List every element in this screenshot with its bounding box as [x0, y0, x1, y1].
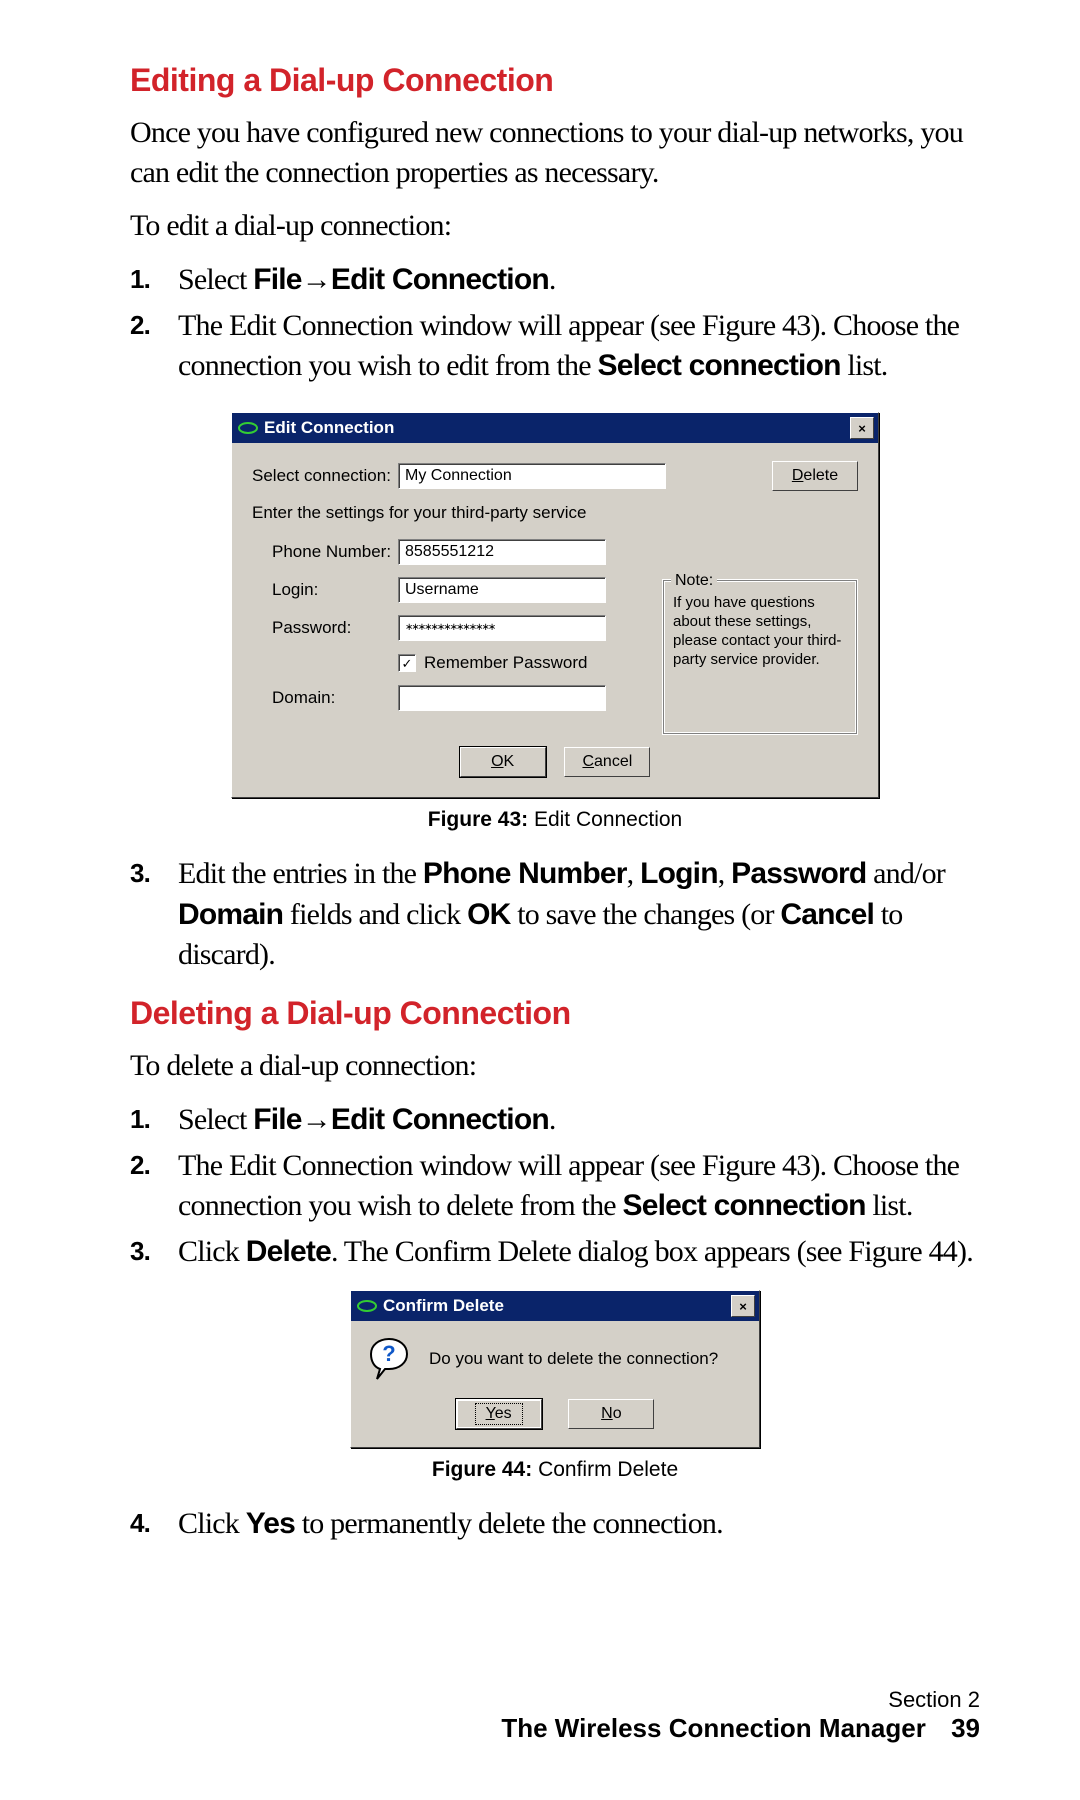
step-number: 1. — [130, 1102, 150, 1137]
steps-editing: 1. Select File→Edit Connection. 2. The E… — [130, 260, 980, 387]
remember-checkbox[interactable]: ✓ — [398, 654, 416, 672]
remember-row: ✓ Remember Password — [398, 653, 644, 673]
figure-44-wrap: Confirm Delete × ? Do you want to delete… — [130, 1290, 980, 1448]
phone-input[interactable]: 8585551212 — [398, 539, 606, 565]
close-button[interactable]: × — [731, 1295, 755, 1317]
dialog-body: Select connection: My Connection Delete … — [232, 443, 878, 797]
edit-connection-dialog: Edit Connection × Select connection: My … — [231, 412, 879, 798]
step-4: 4. Click Yes to permanently delete the c… — [178, 1504, 980, 1544]
footer-page-number: 39 — [951, 1713, 980, 1743]
bold-select-connection: Select connection — [597, 349, 840, 382]
login-row: Login: Username — [272, 577, 644, 603]
heading-deleting: Deleting a Dial-up Connection — [130, 995, 980, 1032]
figure-44-caption: Figure 44: Confirm Delete — [130, 1458, 980, 1482]
confirm-delete-dialog: Confirm Delete × ? Do you want to delete… — [350, 1290, 760, 1448]
delete-button[interactable]: Delete — [772, 461, 858, 491]
arrow-icon: → — [302, 1103, 331, 1136]
step-text: Edit the entries in the — [178, 857, 423, 890]
login-input[interactable]: Username — [398, 577, 606, 603]
select-connection-label: Select connection: — [252, 466, 398, 486]
dialog-buttons: OK Cancel — [252, 747, 858, 777]
domain-label: Domain: — [272, 688, 398, 708]
select-connection-row: Select connection: My Connection Delete — [252, 461, 858, 491]
step-3: 3. Edit the entries in the Phone Number,… — [178, 854, 980, 975]
step-2: 2. The Edit Connection window will appea… — [178, 306, 980, 386]
lead-in-2: To delete a dial-up connection: — [130, 1046, 980, 1086]
instruction-text: Enter the settings for your third-party … — [252, 503, 858, 523]
figure-43-wrap: Edit Connection × Select connection: My … — [130, 412, 980, 798]
dialog-app-icon — [357, 1299, 377, 1313]
footer-section: Section 2 — [501, 1687, 980, 1713]
password-input[interactable]: ∗∗∗∗∗∗∗∗∗∗∗∗∗∗ — [398, 615, 606, 641]
step-text: Select — [178, 263, 253, 296]
question-icon: ? — [367, 1337, 411, 1381]
phone-row: Phone Number: 8585551212 — [272, 539, 644, 565]
login-label: Login: — [272, 580, 398, 600]
titlebar: Confirm Delete × — [351, 1291, 759, 1321]
arrow-icon: → — [302, 263, 331, 296]
domain-row: Domain: — [272, 685, 644, 711]
dialog-body: ? Do you want to delete the connection? … — [351, 1321, 759, 1447]
heading-editing: Editing a Dial-up Connection — [130, 62, 980, 99]
steps-deleting-cont: 4. Click Yes to permanently delete the c… — [130, 1504, 980, 1544]
step-number: 3. — [130, 1234, 150, 1269]
figure-43-caption: Figure 43: Edit Connection — [130, 808, 980, 832]
footer-title-line: The Wireless Connection Manager 39 — [501, 1713, 980, 1744]
step-number: 2. — [130, 308, 150, 343]
note-text: If you have questions about these settin… — [673, 594, 841, 667]
footer-title: The Wireless Connection Manager — [501, 1713, 926, 1743]
titlebar: Edit Connection × — [232, 413, 878, 443]
step-number: 4. — [130, 1506, 150, 1541]
yes-button[interactable]: Yes — [456, 1399, 542, 1429]
bold-edit-connection: Edit Connection — [331, 263, 549, 296]
phone-label: Phone Number: — [272, 542, 398, 562]
password-label: Password: — [272, 618, 398, 638]
intro-paragraph: Once you have configured new connections… — [130, 113, 980, 192]
select-connection-input[interactable]: My Connection — [398, 463, 666, 489]
step-number: 3. — [130, 856, 150, 891]
domain-input[interactable] — [398, 685, 606, 711]
cancel-button[interactable]: Cancel — [564, 747, 650, 777]
remember-label: Remember Password — [424, 653, 587, 673]
step-1: 1. Select File→Edit Connection. — [178, 1100, 980, 1140]
steps-deleting: 1. Select File→Edit Connection. 2. The E… — [130, 1100, 980, 1273]
manual-page: Editing a Dial-up Connection Once you ha… — [0, 0, 1080, 1800]
note-group: Note: If you have questions about these … — [662, 579, 858, 735]
password-row: Password: ∗∗∗∗∗∗∗∗∗∗∗∗∗∗ — [272, 615, 644, 641]
step-number: 2. — [130, 1148, 150, 1183]
lead-in-1: To edit a dial-up connection: — [130, 206, 980, 246]
step-number: 1. — [130, 262, 150, 297]
step-1: 1. Select File→Edit Connection. — [178, 260, 980, 300]
step-3: 3. Click Delete. The Confirm Delete dial… — [178, 1232, 980, 1272]
note-legend: Note: — [671, 571, 717, 591]
no-button[interactable]: No — [568, 1399, 654, 1429]
dialog-buttons: Yes No — [367, 1399, 743, 1429]
dialog-title: Confirm Delete — [383, 1296, 729, 1316]
ok-button[interactable]: OK — [460, 747, 546, 777]
steps-editing-cont: 3. Edit the entries in the Phone Number,… — [130, 854, 980, 975]
dialog-app-icon — [238, 421, 258, 435]
dialog-title: Edit Connection — [264, 418, 848, 438]
bold-file: File — [253, 263, 301, 296]
page-footer: Section 2 The Wireless Connection Manage… — [501, 1687, 980, 1744]
confirm-message: Do you want to delete the connection? — [429, 1349, 718, 1369]
step-2: 2. The Edit Connection window will appea… — [178, 1146, 980, 1226]
close-button[interactable]: × — [850, 417, 874, 439]
svg-text:?: ? — [382, 1341, 395, 1366]
